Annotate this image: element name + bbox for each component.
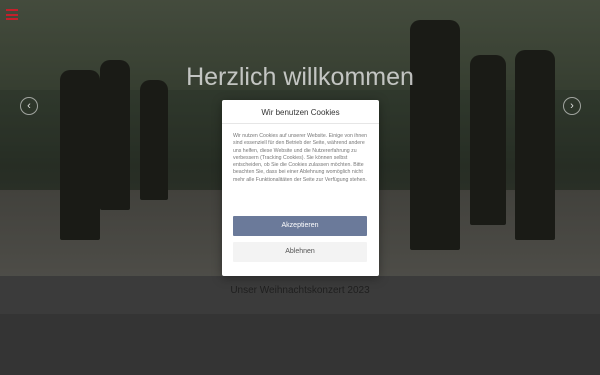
cookie-dialog-title: Wir benutzen Cookies <box>261 108 340 117</box>
slider-prev-arrow-icon[interactable]: ‹ <box>20 97 38 115</box>
slider-next-arrow-icon[interactable]: › <box>563 97 581 115</box>
decline-cookies-button[interactable]: Ablehnen <box>233 242 367 262</box>
divider <box>222 123 379 124</box>
content-area <box>0 314 600 375</box>
cookie-dialog-text: Wir nutzen Cookies auf unserer Website. … <box>233 133 367 183</box>
cookie-dialog: Wir benutzen Cookies Wir nutzen Cookies … <box>222 100 379 276</box>
hero-title: Herzlich willkommen <box>186 63 414 91</box>
hamburger-menu-icon[interactable] <box>6 9 18 20</box>
accept-cookies-button[interactable]: Akzeptieren <box>233 216 367 236</box>
section-title[interactable]: Unser Weihnachtskonzert 2023 <box>0 285 600 296</box>
